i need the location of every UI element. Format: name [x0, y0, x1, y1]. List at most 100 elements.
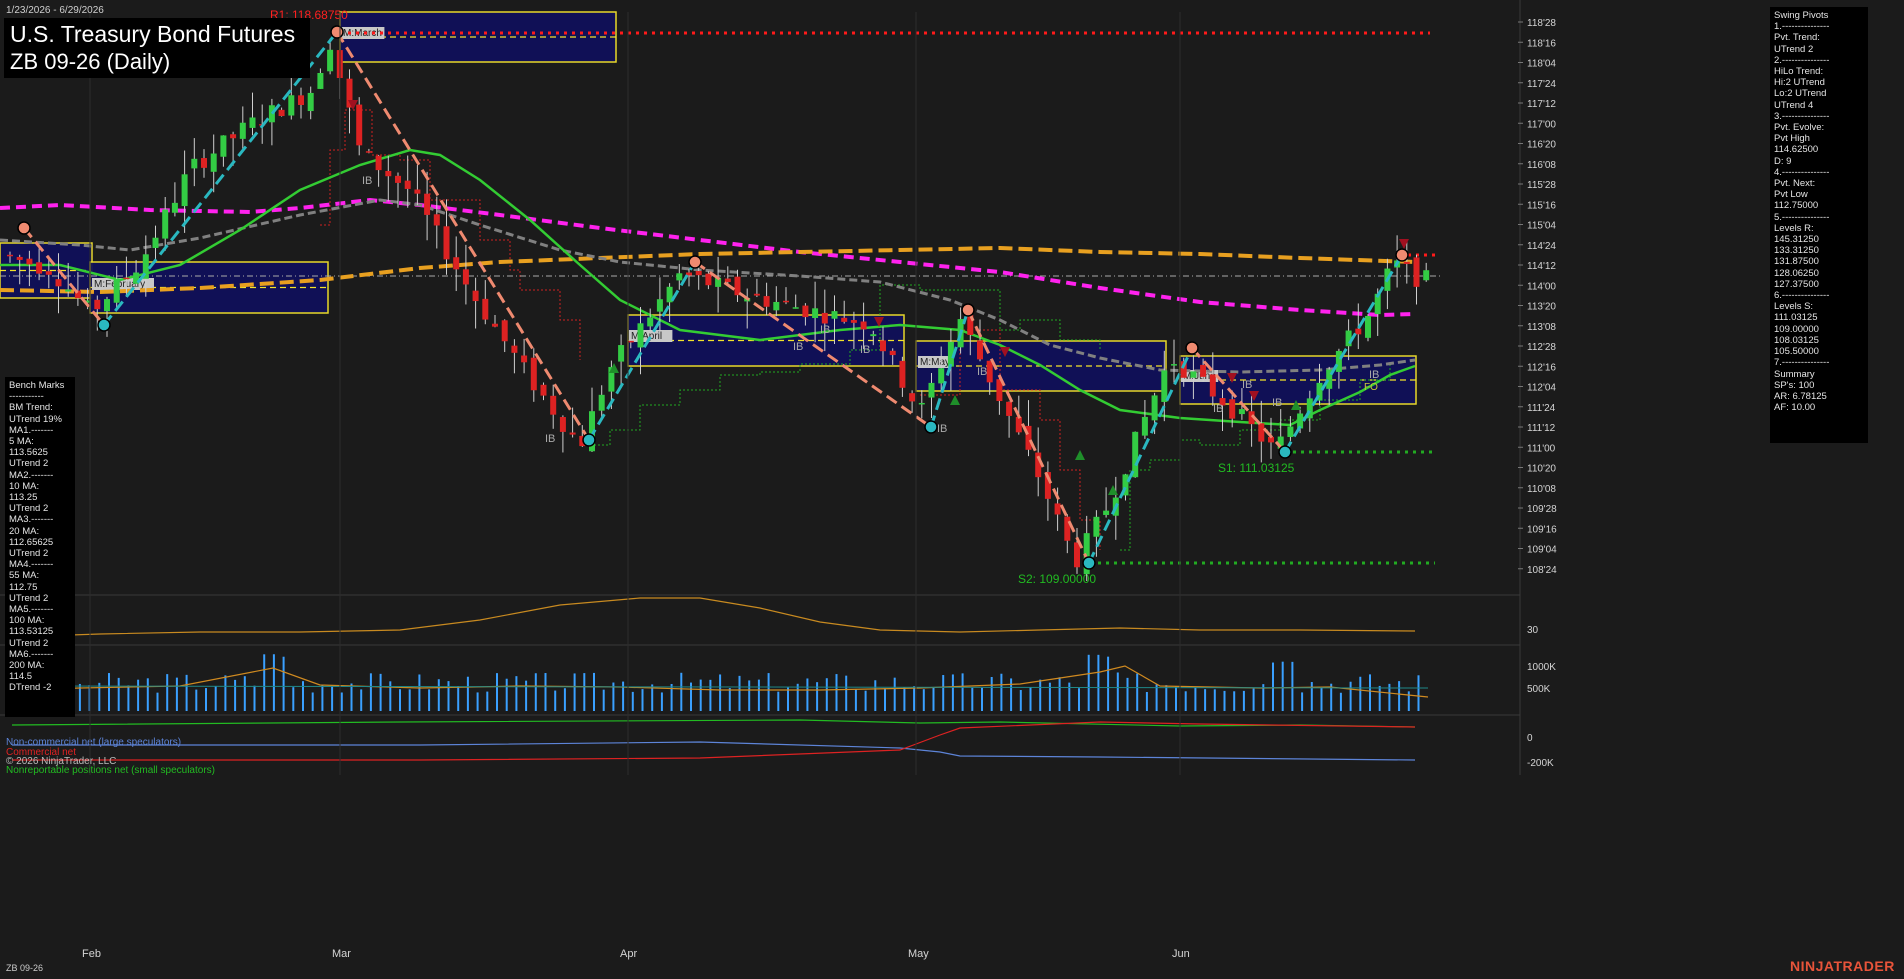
bench-marks-line: MA2.------- — [9, 469, 54, 481]
swing-pivots-line: Hi:2 UTrend — [1774, 77, 1825, 89]
candle-body — [288, 95, 295, 116]
candle-body — [94, 299, 101, 310]
candle-body — [1093, 516, 1100, 537]
swing-pivots-line: Pvt High — [1774, 133, 1810, 145]
price-axis-label: 118'16 — [1527, 38, 1556, 49]
swing-pivots-line: 108.03125 — [1774, 334, 1819, 346]
swing-pivots-line: 114.62500 — [1774, 144, 1819, 156]
bench-marks-line: UTrend 2 — [9, 637, 49, 649]
candle-body — [880, 340, 886, 352]
swing-pivots-line: UTrend 4 — [1774, 99, 1814, 111]
bench-marks-line: DTrend -2 — [9, 682, 52, 694]
swing-high-marker — [688, 255, 702, 269]
bench-marks-line: UTrend 2 — [9, 548, 49, 560]
candle-body — [1006, 401, 1013, 416]
footer-symbol: ZB 09-26 — [6, 963, 44, 973]
candle-body — [482, 298, 489, 320]
bench-marks-line: 113.53125 — [9, 626, 54, 638]
price-axis-label: 113'08 — [1527, 322, 1556, 333]
candle-body — [783, 300, 789, 303]
price-axis-label: 116'08 — [1527, 160, 1556, 171]
volume-axis-label: 1000K — [1527, 662, 1556, 673]
candle-body — [1365, 315, 1371, 338]
candle-body — [928, 382, 935, 398]
cot-axis-label: -200K — [1527, 758, 1554, 769]
swing-pivots-line: D: 9 — [1774, 155, 1792, 167]
swing-down-line — [335, 31, 591, 441]
candle-body — [385, 170, 392, 177]
bench-marks-line: BM Trend: — [9, 402, 53, 414]
candle-body — [278, 109, 285, 117]
swing-pivots-line: 3.--------------- — [1774, 110, 1830, 122]
swing-pivots-line: Pvt Low — [1774, 189, 1808, 201]
chart-subtitle: ZB 09-26 (Daily) — [10, 49, 171, 74]
candle-body — [36, 262, 43, 274]
candle-body — [7, 254, 13, 257]
price-axis-label: 116'20 — [1527, 140, 1556, 151]
candle-body — [424, 193, 431, 215]
time-axis-label: Apr — [620, 948, 637, 960]
swing-pivots-line: Pvt. Trend: — [1774, 32, 1820, 44]
price-axis-label: 112'16 — [1527, 362, 1556, 373]
swing-high-marker — [1395, 248, 1409, 262]
price-axis-label: 115'16 — [1527, 200, 1556, 211]
candle-body — [511, 345, 518, 353]
ib-label: IB — [977, 366, 987, 378]
swing-pivots-line: 7.--------------- — [1774, 357, 1830, 369]
swing-low-marker — [97, 318, 111, 332]
candle-body — [210, 153, 217, 172]
s1-label: S1: 111.03125 — [1218, 461, 1295, 475]
candle-body — [656, 299, 663, 312]
candle-body — [317, 72, 324, 89]
candle-body — [113, 279, 120, 303]
candle-body — [462, 269, 469, 285]
candle-body — [977, 340, 983, 360]
candle-body — [375, 155, 382, 171]
swing-pivots-line: 2.--------------- — [1774, 54, 1830, 66]
up-arrow-marker — [1108, 485, 1118, 495]
candle-body — [899, 360, 906, 388]
candle-body — [55, 279, 62, 287]
swing-high-marker — [17, 221, 31, 235]
candle-body — [550, 395, 557, 415]
candle-body — [647, 317, 654, 327]
swing-low-marker — [582, 433, 596, 447]
candle-body — [802, 305, 809, 318]
candle-body — [327, 49, 334, 72]
swing-low-marker — [1082, 556, 1096, 570]
candle-body — [298, 95, 304, 105]
candle-body — [1413, 257, 1420, 287]
swing-low-marker — [924, 420, 938, 434]
candle-body — [812, 308, 819, 319]
swing-low-marker — [1278, 445, 1292, 459]
candle-body — [530, 357, 537, 391]
time-axis-label: Mar — [332, 948, 351, 960]
swing-pivots-line: UTrend 2 — [1774, 43, 1814, 55]
price-axis-label: 117'12 — [1527, 99, 1556, 110]
swing-high-marker — [961, 303, 975, 317]
candle-body — [395, 175, 401, 183]
price-axis-label: 112'04 — [1527, 383, 1556, 394]
down-arrow-marker — [1399, 239, 1409, 249]
candle-body — [695, 270, 702, 276]
price-axis-label: 114'24 — [1527, 241, 1556, 252]
bench-marks-line: 112.65625 — [9, 536, 54, 548]
candle-body — [889, 350, 896, 356]
candle-body — [65, 289, 72, 292]
swing-pivots-line: Pvt. Evolve: — [1774, 122, 1825, 134]
swing-pivots-line: 105.50000 — [1774, 346, 1819, 358]
price-axis-label: 109'16 — [1527, 524, 1557, 535]
candle-body — [191, 158, 198, 169]
bench-marks-line: 113.25 — [9, 492, 38, 504]
candle-body — [792, 307, 799, 309]
bench-marks-line: UTrend 2 — [9, 592, 49, 604]
ib-label: IB — [937, 423, 947, 435]
candle-body — [1141, 416, 1148, 436]
price-chart[interactable]: 118'28 118'16 118'04 117'24 117'12 117'00 116'… — [0, 0, 1904, 979]
ib-label: IB — [1242, 379, 1252, 391]
up-arrow-marker — [950, 395, 960, 405]
candle-body — [773, 301, 780, 311]
candle-body — [443, 226, 450, 260]
swing-pivots-line: HiLo Trend: — [1774, 66, 1824, 78]
price-axis-label: 112'28 — [1527, 342, 1556, 353]
